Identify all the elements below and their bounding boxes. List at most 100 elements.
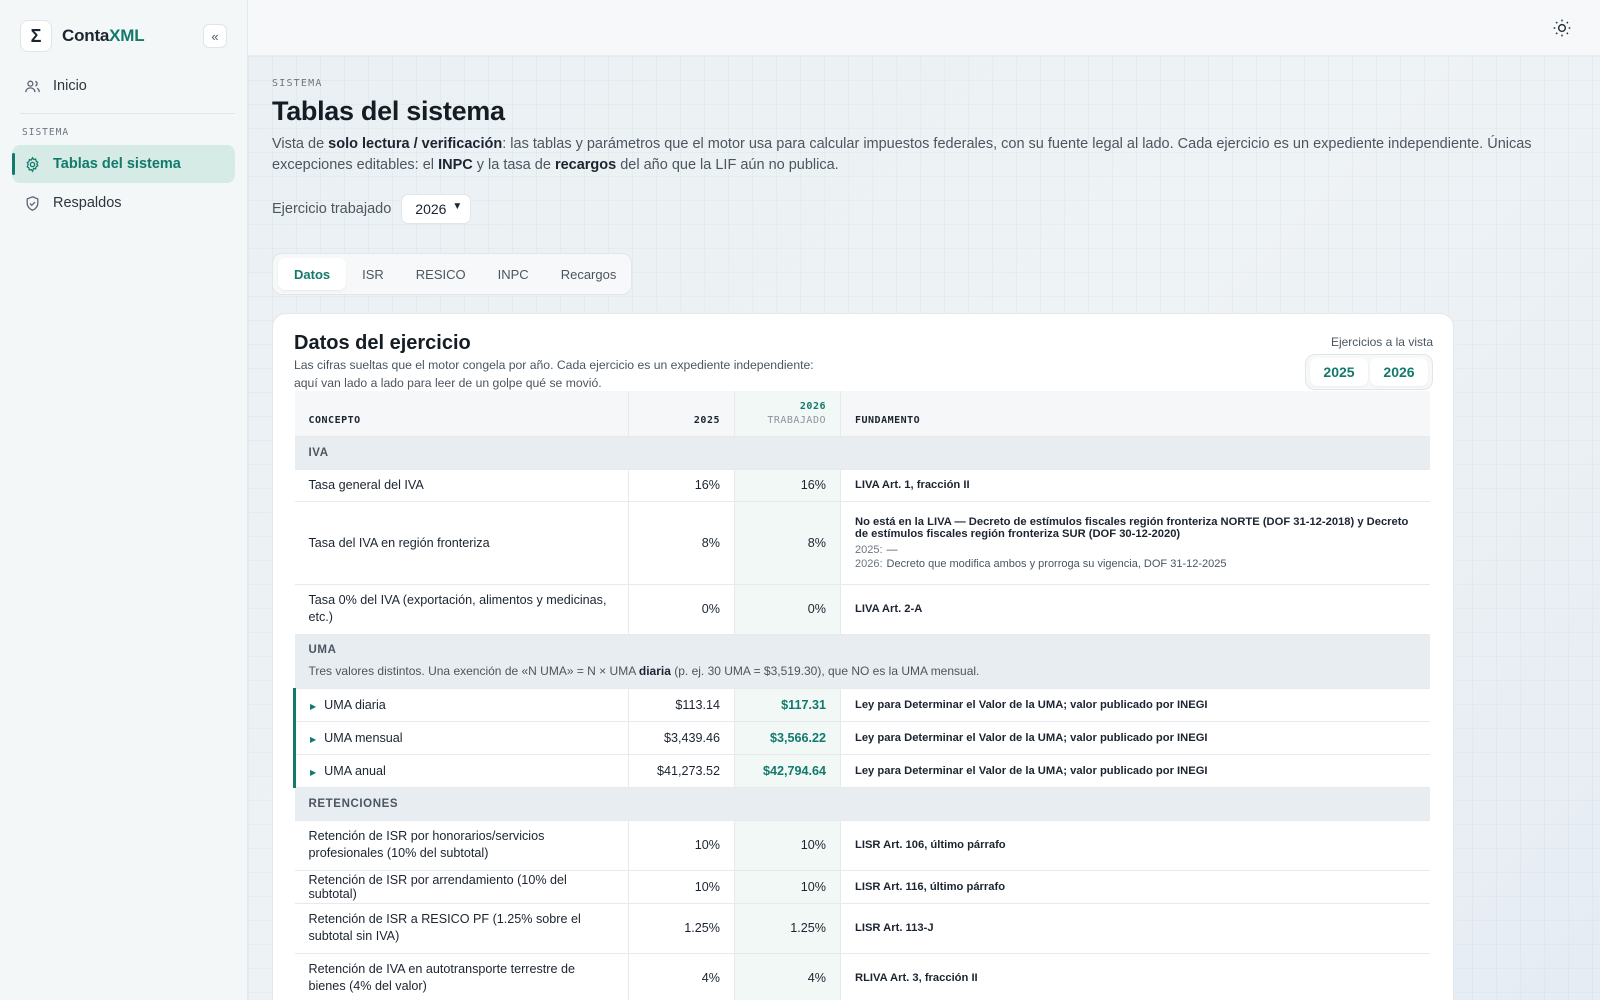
basis-cell: LIVA Art. 1, fracción II	[840, 468, 1430, 501]
sidebar-item-tablas-del-sistema[interactable]: Tablas del sistema	[12, 145, 235, 183]
column-header-2026: 2026 TRABAJADO	[734, 391, 841, 436]
value-2025-cell: $3,439.46	[628, 720, 735, 754]
value-2025-cell: 10%	[628, 819, 735, 870]
basis-note: 2025: —	[855, 544, 1416, 556]
basis-cell: LISR Art. 116, último párrafo	[840, 869, 1430, 903]
desc-bold: solo lectura / verificación	[328, 136, 503, 152]
tab-isr[interactable]: ISR	[346, 258, 400, 290]
year-select-value: 2026	[415, 201, 447, 217]
concept-label: UMA diaria	[324, 697, 386, 712]
page-description: Vista de solo lectura / verificación: la…	[272, 134, 1542, 176]
tab-inpc[interactable]: INPC	[482, 258, 545, 290]
concept-cell: Tasa del IVA en región fronteriza	[294, 500, 629, 584]
desc-bold: INPC	[438, 157, 473, 173]
note-year: 2026:	[855, 557, 883, 570]
concept-cell: Tasa 0% del IVA (exportación, alimentos …	[294, 583, 629, 634]
value-2026-cell: $3,566.22	[734, 720, 841, 754]
chevron-down-icon: ▼	[452, 201, 463, 212]
group-row-iva: IVA	[294, 435, 1430, 469]
tab-bar: Datos ISR RESICO INPC Recargos	[272, 253, 632, 295]
column-header-basis: FUNDAMENTO	[840, 391, 1430, 436]
sidebar-section-label: SISTEMA	[22, 127, 70, 138]
main-content: SISTEMA Tablas del sistema Vista de solo…	[248, 56, 1600, 1000]
table-row: Tasa general del IVA 16% 16% LIVA Art. 1…	[294, 468, 1430, 501]
desc-part: Vista de	[272, 136, 329, 152]
card-title: Datos del ejercicio	[294, 332, 471, 354]
desc-part: y la tasa de	[472, 157, 555, 173]
value-2025-cell: $41,273.52	[628, 753, 735, 787]
basis-cell: Ley para Determinar el Valor de la UMA; …	[840, 753, 1430, 787]
tab-recargos[interactable]: Recargos	[545, 258, 633, 290]
year-selector-label: Ejercicio trabajado	[272, 201, 392, 217]
page-title: Tablas del sistema	[272, 96, 505, 126]
expand-triangle-icon[interactable]: ▶	[310, 702, 316, 711]
value-2025-cell: 8%	[628, 500, 735, 584]
column-header-2025: 2025	[628, 391, 735, 436]
shield-icon	[26, 195, 39, 211]
note-text: —	[886, 543, 898, 556]
value-2025-cell: 1.25%	[628, 902, 735, 953]
sidebar-item-inicio[interactable]: Inicio	[12, 67, 235, 105]
value-2026-cell: $42,794.64	[734, 753, 841, 787]
value-2026-cell: 10%	[734, 819, 841, 870]
basis-cell: Ley para Determinar el Valor de la UMA; …	[840, 720, 1430, 754]
desc-part: (p. ej. 30 UMA = $3,519.30), que NO es l…	[670, 664, 980, 678]
basis-cell: Ley para Determinar el Valor de la UMA; …	[840, 687, 1430, 721]
value-2026-cell: $117.31	[734, 687, 841, 721]
data-card: Datos del ejercicio Las cifras sueltas q…	[272, 313, 1454, 1000]
concept-cell: ▶ UMA anual	[293, 753, 629, 787]
group-label: RETENCIONES	[294, 786, 1430, 820]
basis-text: No está en la LIVA — Decreto de estímulo…	[855, 515, 1409, 540]
desc-part: del año que la LIF aún no publica.	[616, 157, 839, 173]
sun-icon[interactable]	[1552, 18, 1572, 38]
value-2026-cell: 1.25%	[734, 902, 841, 953]
year-toggle-2025[interactable]: 2025	[1310, 358, 1368, 386]
concept-cell: ▶ UMA diaria	[293, 687, 629, 721]
sidebar: Σ ContaXML « Inicio SISTEMA Tablas del s…	[0, 0, 248, 1000]
sidebar-item-label: Inicio	[53, 78, 87, 94]
group-description: Tres valores distintos. Una exención de …	[309, 664, 1417, 678]
basis-cell: LISR Art. 106, último párrafo	[840, 819, 1430, 870]
expand-triangle-icon[interactable]: ▶	[310, 735, 316, 744]
sidebar-item-respaldos[interactable]: Respaldos	[12, 184, 235, 222]
year-select[interactable]: 2026 ▼	[401, 194, 472, 224]
header-year: 2026	[799, 400, 826, 412]
concept-cell: Retención de ISR a RESICO PF (1.25% sobr…	[294, 902, 629, 953]
table-row: Tasa del IVA en región fronteriza 8% 8% …	[294, 500, 1430, 584]
table-row[interactable]: ▶ UMA mensual $3,439.46 $3,566.22 Ley par…	[293, 720, 1430, 754]
expand-triangle-icon[interactable]: ▶	[310, 768, 316, 777]
tab-datos[interactable]: Datos	[278, 258, 347, 290]
note-text: Decreto que modifica ambos y prorroga su…	[886, 557, 1227, 570]
collapse-sidebar-button[interactable]: «	[203, 24, 227, 48]
value-2025-cell: 16%	[628, 468, 735, 501]
group-label: UMA	[308, 644, 337, 656]
value-2025-cell: 10%	[628, 869, 735, 903]
tab-resico[interactable]: RESICO	[400, 258, 482, 290]
value-2025-cell: 0%	[628, 583, 735, 634]
year-toggle-2026[interactable]: 2026	[1370, 358, 1428, 386]
group-row-uma: UMA Tres valores distintos. Una exención …	[294, 633, 1430, 688]
note-year: 2025:	[855, 543, 883, 556]
data-table: CONCEPTO 2025 2026 TRABAJADO FUNDAMENTO I…	[293, 391, 1430, 1000]
basis-cell: LIVA Art. 2-A	[840, 583, 1430, 634]
group-label: IVA	[294, 435, 1430, 469]
brand[interactable]: Σ ContaXML	[20, 20, 145, 52]
concept-cell: Tasa general del IVA	[294, 468, 629, 501]
table-row[interactable]: ▶ UMA diaria $113.14 $117.31 Ley para Det…	[293, 687, 1430, 721]
concept-cell: ▶ UMA mensual	[293, 720, 629, 754]
desc-bold: recargos	[554, 157, 617, 173]
sidebar-item-label: Tablas del sistema	[53, 156, 181, 172]
desc-bold: diaria	[638, 664, 671, 678]
value-2026-cell: 16%	[734, 468, 841, 501]
table-row: Retención de ISR por arrendamiento (10% …	[294, 869, 1430, 903]
value-2025-cell: $113.14	[628, 687, 735, 721]
value-2026-cell: 0%	[734, 583, 841, 634]
table-row[interactable]: ▶ UMA anual $41,273.52 $42,794.64 Ley par…	[293, 753, 1430, 787]
app-name-a: Conta	[62, 26, 110, 45]
years-view-label: Ejercicios a la vista	[1330, 335, 1433, 349]
basis-cell: No está en la LIVA — Decreto de estímulo…	[840, 500, 1430, 584]
concept-cell: Retención de ISR por arrendamiento (10% …	[294, 869, 629, 903]
app-name: ContaXML	[62, 26, 145, 46]
concept-label: UMA mensual	[324, 730, 403, 745]
group-cell: UMA Tres valores distintos. Una exención …	[294, 633, 1430, 688]
